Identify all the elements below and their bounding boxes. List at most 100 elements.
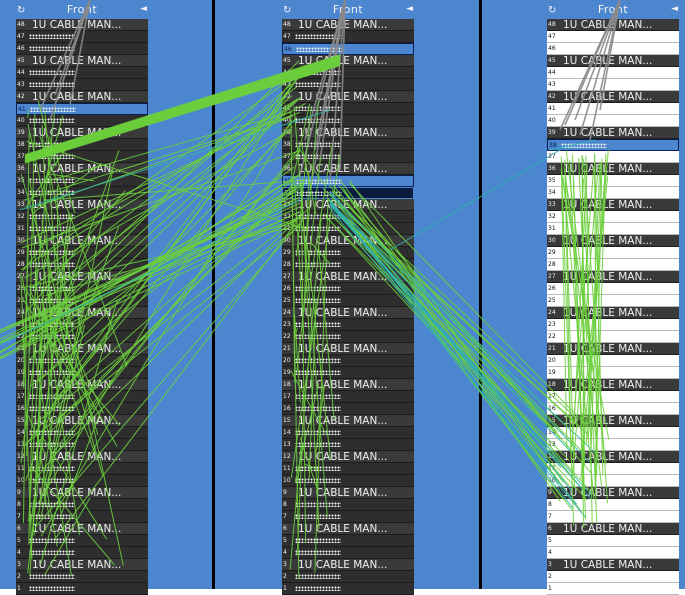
rack-unit-slot[interactable]: 44: [282, 67, 414, 79]
cable-manager-slot[interactable]: 211U CABLE MAN...: [16, 343, 148, 355]
rack-unit-slot[interactable]: 25: [547, 295, 679, 307]
cable-manager-slot[interactable]: 241U CABLE MAN...: [282, 307, 414, 319]
cable-manager-slot[interactable]: 361U CABLE MAN...: [282, 163, 414, 175]
rack-unit-slot[interactable]: 5: [16, 535, 148, 547]
rack-unit-slot[interactable]: 34: [547, 187, 679, 199]
patch-ports[interactable]: [295, 502, 341, 507]
cable-manager-slot[interactable]: 271U CABLE MAN...: [16, 271, 148, 283]
cable-manager-slot[interactable]: 31U CABLE MAN...: [16, 559, 148, 571]
rack-unit-slot[interactable]: 20: [282, 355, 414, 367]
cable-manager-slot[interactable]: 391U CABLE MAN...: [282, 127, 414, 139]
rack-unit-slot[interactable]: 40: [547, 115, 679, 127]
rack-unit-slot[interactable]: 26: [282, 283, 414, 295]
rack-unit-slot[interactable]: 47: [16, 31, 148, 43]
rack-unit-slot[interactable]: 8: [547, 499, 679, 511]
cable-manager-slot[interactable]: 61U CABLE MAN...: [547, 523, 679, 535]
patch-ports[interactable]: [295, 514, 341, 519]
cable-manager-slot[interactable]: 271U CABLE MAN...: [282, 271, 414, 283]
cable-manager-slot[interactable]: 391U CABLE MAN...: [547, 127, 679, 139]
patch-ports[interactable]: [29, 322, 75, 327]
rack-unit-slot[interactable]: 10: [16, 475, 148, 487]
rack-unit-slot[interactable]: 34: [16, 187, 148, 199]
cable-manager-slot[interactable]: 391U CABLE MAN...: [16, 127, 148, 139]
rack-unit-slot[interactable]: 19: [16, 367, 148, 379]
patch-ports[interactable]: [29, 154, 75, 159]
patch-ports[interactable]: [30, 107, 76, 112]
rack-unit-slot[interactable]: 43: [16, 79, 148, 91]
cable-manager-slot[interactable]: 211U CABLE MAN...: [282, 343, 414, 355]
cable-manager-slot[interactable]: 91U CABLE MAN...: [547, 487, 679, 499]
rack-unit-slot[interactable]: 31: [16, 223, 148, 235]
patch-ports[interactable]: [295, 250, 341, 255]
rack-unit-slot[interactable]: 32: [16, 211, 148, 223]
patch-ports[interactable]: [295, 298, 341, 303]
rack-unit-slot[interactable]: 13: [16, 439, 148, 451]
rack-unit-slot[interactable]: 1: [16, 583, 148, 595]
rack-unit-slot[interactable]: 14: [282, 427, 414, 439]
rack-unit-slot[interactable]: 22: [282, 331, 414, 343]
rack-unit-slot[interactable]: 13: [547, 439, 679, 451]
cable-manager-slot[interactable]: 271U CABLE MAN...: [547, 271, 679, 283]
rack-unit-slot[interactable]: 35: [547, 175, 679, 187]
rack-unit-slot[interactable]: 35: [282, 175, 414, 187]
cable-manager-slot[interactable]: 481U CABLE MAN...: [282, 19, 414, 31]
cable-manager-slot[interactable]: 121U CABLE MAN...: [282, 451, 414, 463]
patch-ports[interactable]: [29, 298, 75, 303]
cable-manager-slot[interactable]: 421U CABLE MAN...: [16, 91, 148, 103]
rack-unit-slot[interactable]: 11: [282, 463, 414, 475]
rack-unit-slot[interactable]: 37: [16, 151, 148, 163]
cable-manager-slot[interactable]: 61U CABLE MAN...: [282, 523, 414, 535]
patch-ports[interactable]: [29, 550, 75, 555]
patch-ports[interactable]: [295, 550, 341, 555]
rack-unit-slot[interactable]: 20: [547, 355, 679, 367]
rack-unit-slot[interactable]: 17: [16, 391, 148, 403]
patch-ports[interactable]: [295, 226, 341, 231]
rack-unit-slot[interactable]: 28: [282, 259, 414, 271]
rack-unit-slot[interactable]: 16: [282, 403, 414, 415]
rack-unit-slot[interactable]: 25: [282, 295, 414, 307]
rack-unit-slot[interactable]: 20: [16, 355, 148, 367]
rack-unit-slot[interactable]: 38: [282, 139, 414, 151]
rack-unit-slot[interactable]: 41: [282, 103, 414, 115]
rack-unit-slot[interactable]: 46: [547, 43, 679, 55]
collapse-arrow-icon[interactable]: ◄: [406, 3, 413, 16]
patch-ports[interactable]: [29, 442, 75, 447]
rack-unit-slot[interactable]: 25: [16, 295, 148, 307]
patch-ports[interactable]: [295, 70, 341, 75]
cable-manager-slot[interactable]: 151U CABLE MAN...: [547, 415, 679, 427]
rack-unit-slot[interactable]: 7: [16, 511, 148, 523]
patch-ports[interactable]: [295, 442, 341, 447]
patch-ports[interactable]: [295, 286, 341, 291]
patch-ports[interactable]: [29, 538, 75, 543]
rack-unit-slot[interactable]: 2: [547, 571, 679, 583]
rack-unit-slot[interactable]: 16: [16, 403, 148, 415]
rack-unit-slot[interactable]: 26: [547, 283, 679, 295]
cable-manager-slot[interactable]: 331U CABLE MAN...: [547, 199, 679, 211]
patch-ports[interactable]: [29, 226, 75, 231]
rack-unit-slot[interactable]: 16: [547, 403, 679, 415]
patch-ports[interactable]: [29, 46, 75, 51]
cable-manager-slot[interactable]: 421U CABLE MAN...: [547, 91, 679, 103]
patch-ports[interactable]: [295, 142, 341, 147]
rack-unit-slot[interactable]: 19: [547, 367, 679, 379]
patch-ports[interactable]: [29, 190, 75, 195]
rack-unit-slot[interactable]: 28: [16, 259, 148, 271]
patch-ports[interactable]: [295, 370, 341, 375]
rack-unit-slot[interactable]: 29: [547, 247, 679, 259]
cable-manager-slot[interactable]: 151U CABLE MAN...: [16, 415, 148, 427]
rack-unit-slot[interactable]: 29: [282, 247, 414, 259]
patch-ports[interactable]: [295, 34, 341, 39]
rack-unit-slot[interactable]: 23: [547, 319, 679, 331]
patch-ports[interactable]: [29, 286, 75, 291]
patch-ports[interactable]: [29, 142, 75, 147]
rack-unit-slot[interactable]: 26: [16, 283, 148, 295]
patch-ports[interactable]: [295, 214, 341, 219]
patch-ports[interactable]: [29, 118, 75, 123]
rack-unit-slot[interactable]: 23: [16, 319, 148, 331]
rack-unit-slot[interactable]: 14: [16, 427, 148, 439]
patch-ports[interactable]: [29, 514, 75, 519]
patch-ports[interactable]: [295, 334, 341, 339]
patch-ports[interactable]: [29, 358, 75, 363]
cable-manager-slot[interactable]: 241U CABLE MAN...: [547, 307, 679, 319]
patch-ports[interactable]: [29, 70, 75, 75]
